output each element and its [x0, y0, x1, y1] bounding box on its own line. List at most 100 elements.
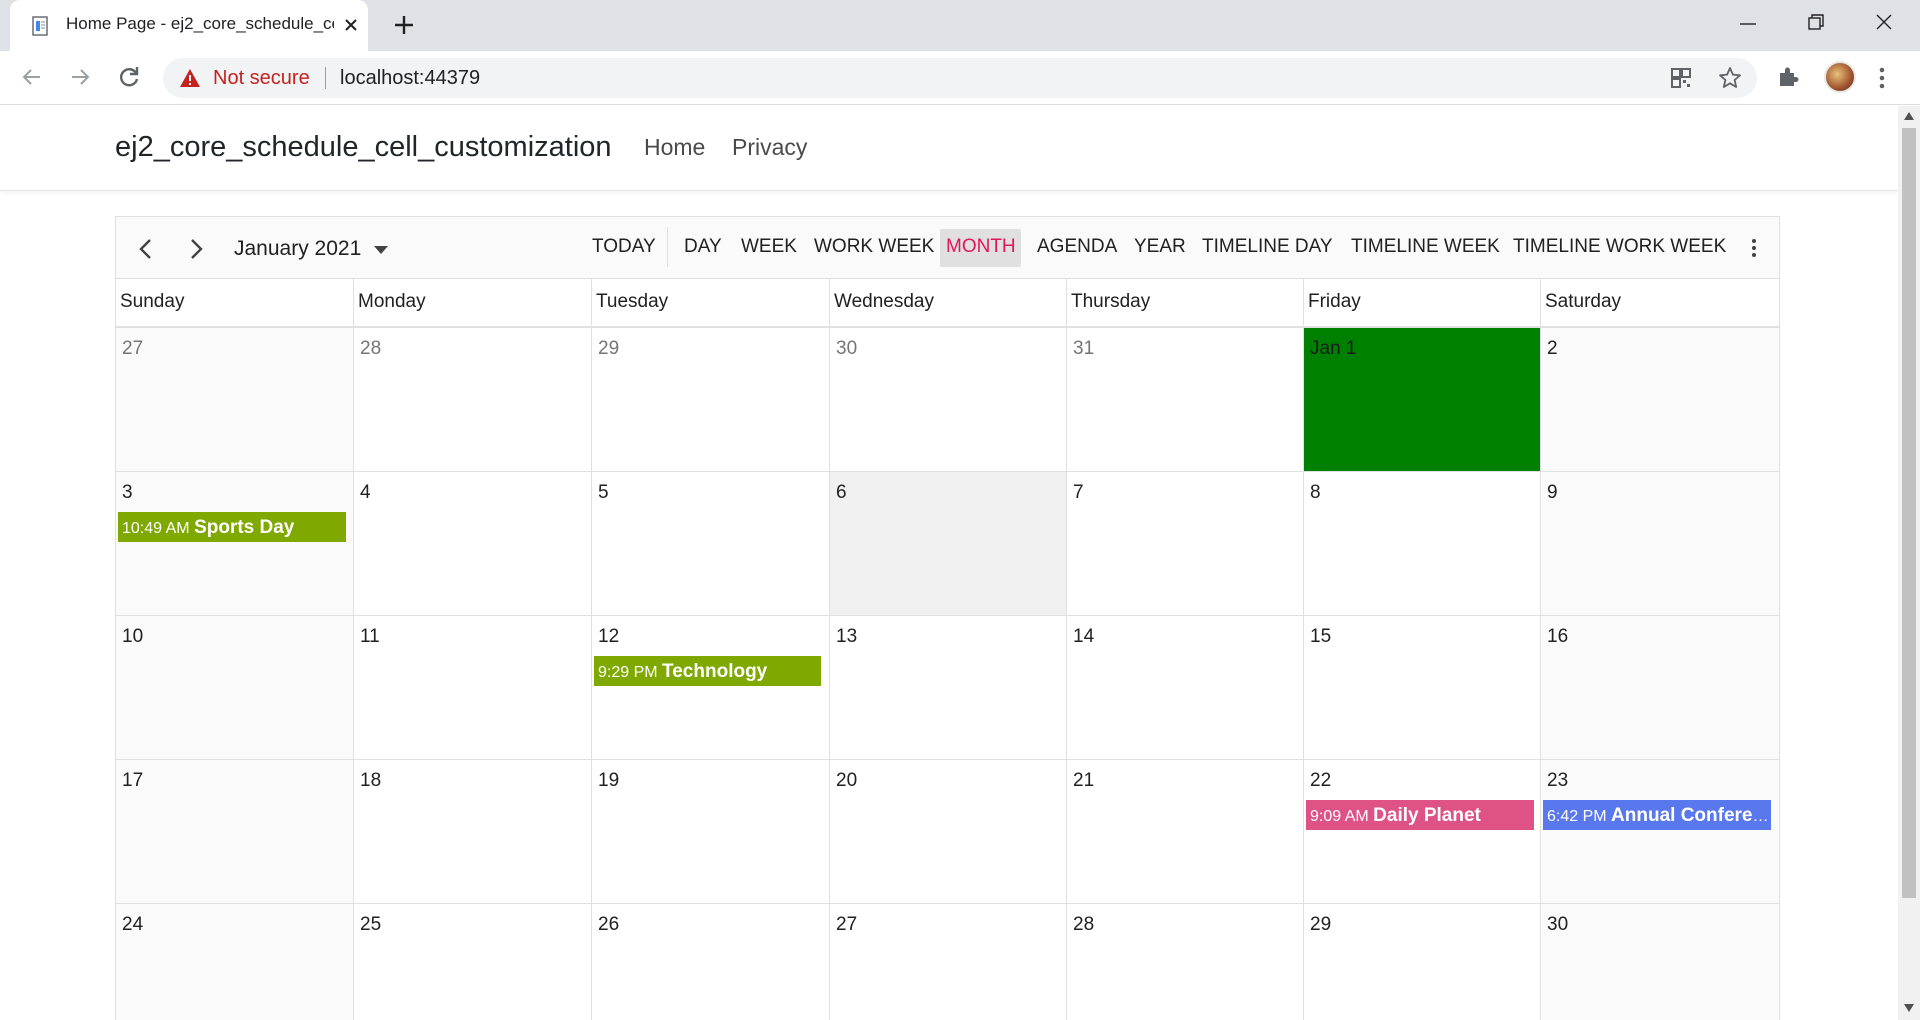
date-label[interactable]: Jan 1	[1310, 338, 1356, 360]
view-agenda-button[interactable]: AGENDA	[1037, 236, 1117, 258]
month-cell[interactable]: 11	[353, 615, 591, 759]
month-cell[interactable]: 30	[829, 327, 1066, 471]
date-label[interactable]: 20	[836, 770, 857, 792]
date-label[interactable]: 4	[360, 482, 371, 504]
date-label[interactable]: 21	[1073, 770, 1094, 792]
window-close-icon[interactable]	[1874, 12, 1894, 32]
date-label[interactable]: 12	[598, 626, 619, 648]
appointment-annual-conference[interactable]: 6:42 PM Annual Conference	[1543, 800, 1771, 830]
date-label[interactable]: 6	[836, 482, 847, 504]
date-label[interactable]: 5	[598, 482, 609, 504]
month-cell[interactable]: 25	[353, 903, 591, 1020]
month-cell[interactable]: 28	[353, 327, 591, 471]
date-label[interactable]: 13	[836, 626, 857, 648]
scroll-down-arrow-icon[interactable]	[1904, 1004, 1914, 1012]
browser-tab[interactable]: Home Page - ej2_core_schedule_cell_custo…	[10, 0, 368, 51]
back-arrow-icon[interactable]	[20, 65, 44, 89]
month-cell[interactable]: 26	[591, 903, 829, 1020]
view-timeline-day-button[interactable]: TIMELINE DAY	[1202, 236, 1333, 258]
month-cell[interactable]: 30	[1540, 903, 1779, 1020]
month-cell[interactable]: 9	[1540, 471, 1779, 615]
security-label[interactable]: Not secure	[213, 67, 310, 90]
month-cell[interactable]: 2	[1540, 327, 1779, 471]
date-label[interactable]: 24	[122, 914, 143, 936]
chevron-right-icon[interactable]	[186, 237, 206, 261]
month-cell[interactable]: 29	[1303, 903, 1540, 1020]
view-year-button[interactable]: YEAR	[1134, 236, 1186, 258]
month-cell[interactable]: 20	[829, 759, 1066, 903]
month-cell[interactable]: 17	[116, 759, 353, 903]
month-cell[interactable]: 31	[1066, 327, 1303, 471]
url-text[interactable]: localhost:44379	[340, 67, 480, 90]
date-label[interactable]: 3	[122, 482, 133, 504]
date-label[interactable]: 14	[1073, 626, 1094, 648]
warning-icon[interactable]	[179, 68, 201, 88]
month-cell[interactable]: 7	[1066, 471, 1303, 615]
date-label[interactable]: 31	[1073, 338, 1094, 360]
date-range-text[interactable]: January 2021	[234, 237, 361, 261]
date-label[interactable]: 28	[1073, 914, 1094, 936]
today-button[interactable]: TODAY	[592, 236, 656, 258]
month-cell[interactable]: 4	[353, 471, 591, 615]
view-week-button[interactable]: WEEK	[741, 236, 797, 258]
view-day-button[interactable]: DAY	[684, 236, 722, 258]
date-label[interactable]: 15	[1310, 626, 1331, 648]
month-cell[interactable]: 13	[829, 615, 1066, 759]
month-cell[interactable]: 28	[1066, 903, 1303, 1020]
date-label[interactable]: 28	[360, 338, 381, 360]
close-icon[interactable]	[342, 16, 360, 34]
date-label[interactable]: 11	[360, 626, 380, 648]
date-label[interactable]: 29	[1310, 914, 1331, 936]
date-label[interactable]: 2	[1547, 338, 1558, 360]
month-cell[interactable]: 15	[1303, 615, 1540, 759]
view-month-button[interactable]: MONTH	[946, 236, 1016, 258]
minimize-icon[interactable]	[1738, 14, 1758, 34]
date-label[interactable]: 18	[360, 770, 381, 792]
date-label[interactable]: 27	[122, 338, 143, 360]
caret-down-icon[interactable]	[374, 246, 388, 254]
month-cell[interactable]: 5	[591, 471, 829, 615]
address-bar[interactable]: Not secure localhost:44379	[163, 58, 1757, 98]
month-cell[interactable]: 12 9:29 PM Technology	[591, 615, 829, 759]
new-tab-icon[interactable]	[392, 13, 416, 37]
forward-arrow-icon[interactable]	[68, 65, 92, 89]
month-cell[interactable]: 24	[116, 903, 353, 1020]
month-cell[interactable]: 18	[353, 759, 591, 903]
month-cell[interactable]: 3 10:49 AM Sports Day	[116, 471, 353, 615]
profile-avatar[interactable]	[1824, 61, 1856, 93]
chevron-left-icon[interactable]	[136, 237, 156, 261]
month-cell[interactable]: 27	[829, 903, 1066, 1020]
nav-link-privacy[interactable]: Privacy	[732, 134, 807, 161]
date-label[interactable]: 30	[1547, 914, 1568, 936]
month-cell[interactable]: 8	[1303, 471, 1540, 615]
month-cell[interactable]: 29	[591, 327, 829, 471]
date-label[interactable]: 17	[122, 770, 143, 792]
date-label[interactable]: 9	[1547, 482, 1558, 504]
appointment-technology[interactable]: 9:29 PM Technology	[594, 656, 821, 686]
date-label[interactable]: 22	[1310, 770, 1331, 792]
more-options-icon[interactable]	[1750, 237, 1758, 259]
date-label[interactable]: 27	[836, 914, 857, 936]
date-label[interactable]: 29	[598, 338, 619, 360]
scroll-up-arrow-icon[interactable]	[1904, 112, 1914, 120]
date-label[interactable]: 30	[836, 338, 857, 360]
month-cell-selected[interactable]: 6	[829, 471, 1066, 615]
date-label[interactable]: 25	[360, 914, 381, 936]
month-cell[interactable]: 10	[116, 615, 353, 759]
month-cell-custom-green[interactable]: Jan 1	[1303, 327, 1540, 471]
date-label[interactable]: 7	[1073, 482, 1084, 504]
month-cell[interactable]: 27	[116, 327, 353, 471]
view-work-week-button[interactable]: WORK WEEK	[814, 236, 934, 258]
date-label[interactable]: 16	[1547, 626, 1568, 648]
reload-icon[interactable]	[116, 64, 142, 90]
appointment-sports-day[interactable]: 10:49 AM Sports Day	[118, 512, 346, 542]
month-cell[interactable]: 19	[591, 759, 829, 903]
view-timeline-week-button[interactable]: TIMELINE WEEK	[1351, 236, 1500, 258]
bookmark-star-icon[interactable]	[1718, 66, 1742, 90]
qr-code-icon[interactable]	[1670, 67, 1692, 89]
date-label[interactable]: 26	[598, 914, 619, 936]
date-label[interactable]: 23	[1547, 770, 1568, 792]
nav-link-home[interactable]: Home	[644, 134, 705, 161]
browser-menu-icon[interactable]	[1878, 66, 1886, 90]
view-timeline-work-week-button[interactable]: TIMELINE WORK WEEK	[1513, 236, 1726, 258]
